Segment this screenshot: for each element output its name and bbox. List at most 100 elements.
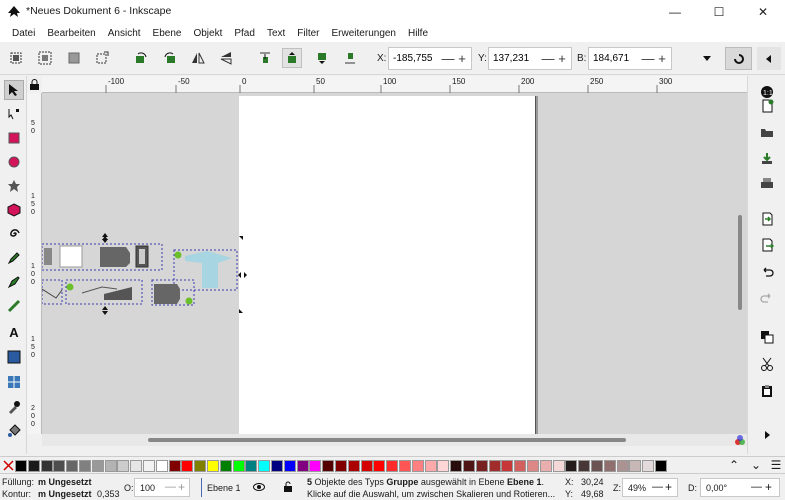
rotate-increment-button[interactable]: + bbox=[765, 480, 772, 494]
paint-bucket-tool-icon[interactable] bbox=[4, 421, 24, 441]
layer-visibility-icon[interactable] bbox=[253, 482, 265, 492]
select-all-layers-icon[interactable] bbox=[35, 48, 55, 68]
zoom-out-button[interactable]: — bbox=[652, 481, 663, 493]
x-increment-button[interactable]: + bbox=[455, 51, 469, 66]
color-swatch[interactable] bbox=[258, 460, 271, 472]
color-swatch[interactable] bbox=[207, 460, 219, 472]
stroke-value[interactable]: m Ungesetzt bbox=[38, 489, 92, 499]
color-swatch[interactable] bbox=[168, 460, 181, 472]
width-increment-button[interactable]: + bbox=[655, 51, 669, 66]
node-tool-icon[interactable] bbox=[4, 104, 24, 124]
color-swatch[interactable] bbox=[219, 460, 232, 472]
lower-to-bottom-icon[interactable] bbox=[340, 48, 360, 68]
y-input[interactable] bbox=[489, 53, 541, 64]
width-decrement-button[interactable]: — bbox=[641, 51, 655, 66]
width-input[interactable] bbox=[589, 53, 641, 64]
color-swatch[interactable] bbox=[488, 460, 501, 472]
cut-icon[interactable] bbox=[757, 354, 777, 374]
snap-toggle-icon[interactable] bbox=[725, 47, 752, 70]
color-swatch[interactable] bbox=[27, 460, 40, 472]
save-icon[interactable] bbox=[757, 148, 777, 168]
stroke-width-value[interactable]: 0,353 bbox=[97, 489, 120, 499]
select-all-icon[interactable] bbox=[6, 48, 26, 68]
paste-icon[interactable] bbox=[757, 381, 777, 401]
undo-icon[interactable] bbox=[757, 263, 777, 283]
flip-horizontal-icon[interactable] bbox=[188, 48, 208, 68]
color-swatch[interactable] bbox=[91, 460, 104, 472]
spiral-tool-icon[interactable] bbox=[4, 224, 24, 244]
palette-scroll-down-icon[interactable]: ⌄ bbox=[749, 458, 763, 472]
lower-icon[interactable] bbox=[312, 48, 332, 68]
color-swatch[interactable] bbox=[360, 460, 373, 472]
no-paint-swatch-icon[interactable] bbox=[3, 460, 14, 471]
dropper-tool-icon[interactable] bbox=[4, 397, 24, 417]
color-swatch[interactable] bbox=[591, 460, 603, 472]
rotate-decrement-button[interactable]: — bbox=[751, 481, 762, 493]
color-swatch[interactable] bbox=[501, 460, 514, 472]
color-swatch[interactable] bbox=[181, 460, 194, 472]
palette-scroll-up-icon[interactable]: ⌃ bbox=[727, 458, 741, 472]
color-swatch[interactable] bbox=[66, 460, 79, 472]
color-swatch[interactable] bbox=[424, 460, 437, 472]
color-swatch[interactable] bbox=[335, 460, 347, 472]
color-swatch[interactable] bbox=[309, 460, 322, 472]
menu-ansicht[interactable]: Ansicht bbox=[102, 28, 147, 39]
color-swatch[interactable] bbox=[296, 460, 309, 472]
color-swatch[interactable] bbox=[40, 460, 53, 472]
horizontal-scroll-thumb[interactable] bbox=[148, 438, 626, 442]
color-swatch[interactable] bbox=[245, 460, 258, 472]
color-swatch[interactable] bbox=[322, 460, 335, 472]
menu-datei[interactable]: Datei bbox=[6, 28, 41, 39]
horizontal-scrollbar[interactable] bbox=[42, 434, 747, 446]
color-swatch[interactable] bbox=[283, 460, 296, 472]
color-managed-view-icon[interactable] bbox=[733, 434, 747, 447]
color-swatch[interactable] bbox=[399, 460, 411, 472]
raise-icon[interactable] bbox=[282, 48, 302, 68]
overflow-dropdown-icon[interactable] bbox=[697, 48, 717, 68]
rectangle-tool-icon[interactable] bbox=[4, 128, 24, 148]
lock-guides-icon[interactable] bbox=[30, 79, 39, 90]
color-swatch[interactable] bbox=[130, 460, 143, 472]
menu-bearbeiten[interactable]: Bearbeiten bbox=[41, 28, 101, 39]
circle-tool-icon[interactable] bbox=[4, 152, 24, 172]
x-input[interactable] bbox=[389, 53, 441, 64]
color-swatch[interactable] bbox=[539, 460, 552, 472]
vertical-ruler[interactable]: 5 0 1 5 0 1 0 0 1 5 0 2 0 0 bbox=[27, 93, 42, 434]
open-file-icon[interactable] bbox=[757, 122, 777, 142]
selector-tool-icon[interactable] bbox=[4, 80, 24, 100]
color-swatch[interactable] bbox=[373, 460, 386, 472]
color-swatch[interactable] bbox=[411, 460, 424, 472]
color-swatch[interactable] bbox=[15, 460, 27, 472]
color-swatch[interactable] bbox=[386, 460, 399, 472]
select-same-icon[interactable] bbox=[92, 48, 112, 68]
menu-text[interactable]: Text bbox=[261, 28, 291, 39]
import-icon[interactable] bbox=[757, 209, 777, 229]
color-swatch[interactable] bbox=[514, 460, 527, 472]
zoom-in-button[interactable]: + bbox=[665, 480, 672, 494]
snap-menu-icon[interactable] bbox=[757, 47, 781, 70]
color-swatch[interactable] bbox=[53, 460, 66, 472]
menu-pfad[interactable]: Pfad bbox=[228, 28, 261, 39]
more-commands-icon[interactable] bbox=[757, 425, 777, 445]
color-swatch[interactable] bbox=[642, 460, 655, 472]
y-increment-button[interactable]: + bbox=[555, 51, 569, 66]
fill-value[interactable]: m Ungesetzt bbox=[38, 477, 92, 487]
rotate-cw-icon[interactable] bbox=[160, 48, 180, 68]
opacity-increment-button[interactable]: + bbox=[178, 480, 185, 494]
color-swatch[interactable] bbox=[603, 460, 616, 472]
menu-ebene[interactable]: Ebene bbox=[147, 28, 188, 39]
palette-menu-icon[interactable]: ☰ bbox=[769, 458, 783, 472]
drawing-canvas[interactable] bbox=[42, 93, 747, 434]
text-tool-icon[interactable]: A bbox=[4, 322, 24, 342]
zoom-input[interactable]: 49% bbox=[628, 483, 646, 493]
new-document-icon[interactable] bbox=[757, 96, 777, 116]
color-swatch[interactable] bbox=[552, 460, 565, 472]
redo-icon[interactable] bbox=[757, 289, 777, 309]
color-swatch[interactable] bbox=[104, 460, 117, 472]
3d-box-tool-icon[interactable] bbox=[4, 200, 24, 220]
vertical-scrollbar[interactable] bbox=[733, 93, 747, 434]
color-swatch[interactable] bbox=[655, 460, 667, 472]
opacity-decrement-button[interactable]: — bbox=[165, 481, 176, 493]
menu-filter[interactable]: Filter bbox=[291, 28, 325, 39]
menu-hilfe[interactable]: Hilfe bbox=[402, 28, 434, 39]
